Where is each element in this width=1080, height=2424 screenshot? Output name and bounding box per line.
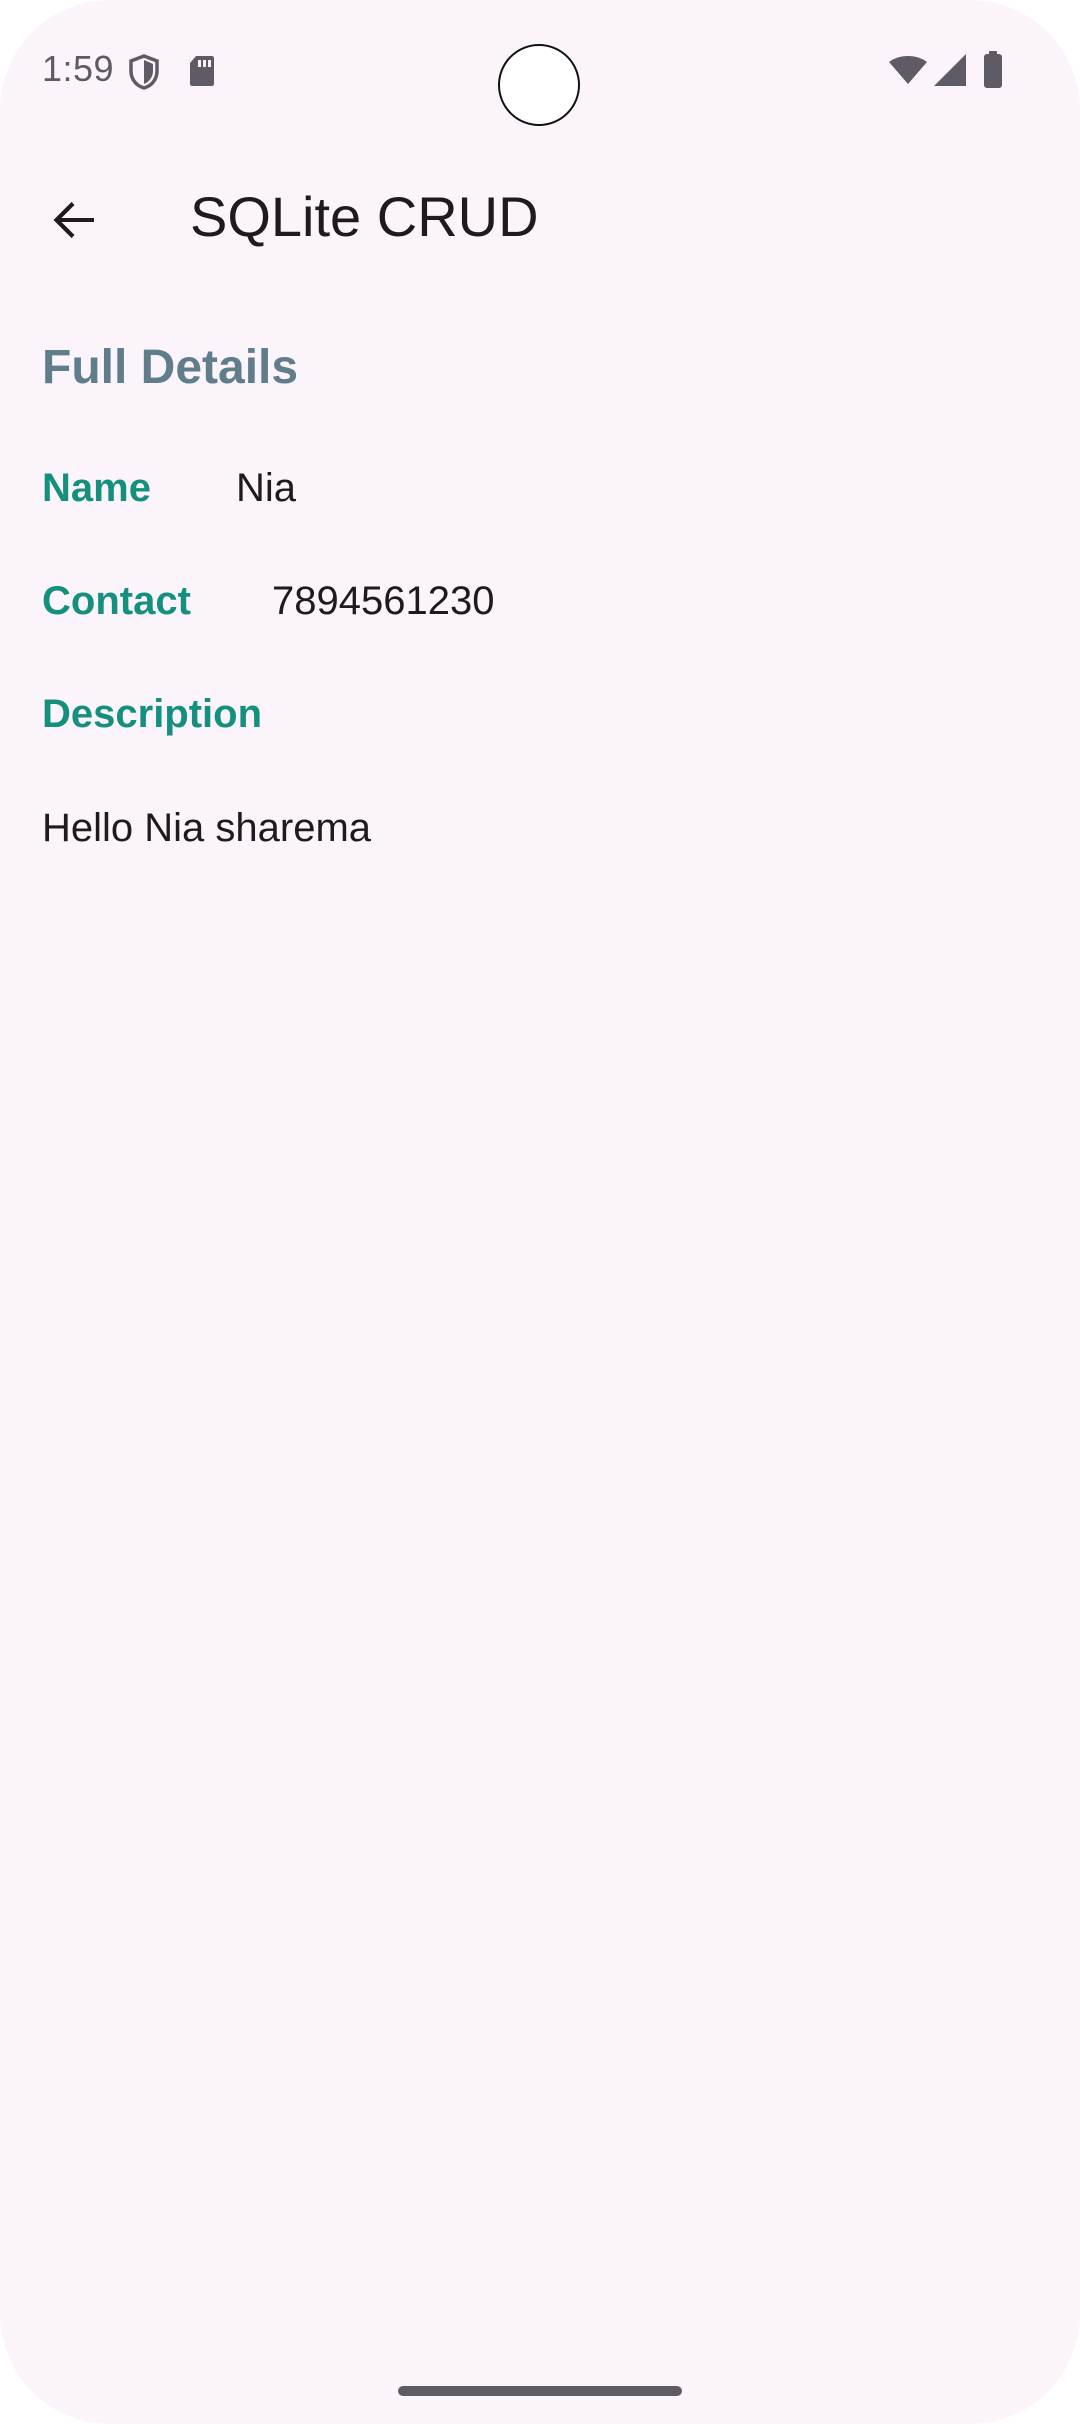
sd-card-icon (190, 56, 214, 86)
battery-icon (984, 51, 1002, 88)
arrow-back-icon (53, 202, 94, 238)
description-label: Description (42, 692, 263, 736)
app-title: SQLite CRUD (190, 185, 539, 248)
details-heading: Full Details (42, 341, 299, 394)
name-label: Name (42, 466, 151, 510)
back-button[interactable] (34, 180, 114, 260)
app-bar: SQLite CRUD (0, 150, 1080, 280)
contact-label: Contact (42, 579, 191, 623)
cell-signal-icon (934, 54, 966, 86)
status-bar: 1:59 (0, 0, 1080, 140)
description-value: Hello Nia sharema (42, 806, 372, 850)
contact-value: 7894561230 (272, 579, 495, 623)
shield-icon (129, 54, 159, 90)
home-indicator[interactable] (398, 2386, 682, 2396)
name-value: Nia (236, 466, 297, 510)
camera-cutout (498, 44, 580, 126)
wifi-icon (889, 56, 927, 84)
status-time: 1:59 (42, 48, 115, 89)
app-screen: 1:59 SQLite CRUD Full Details Name Nia C… (0, 0, 1080, 2424)
